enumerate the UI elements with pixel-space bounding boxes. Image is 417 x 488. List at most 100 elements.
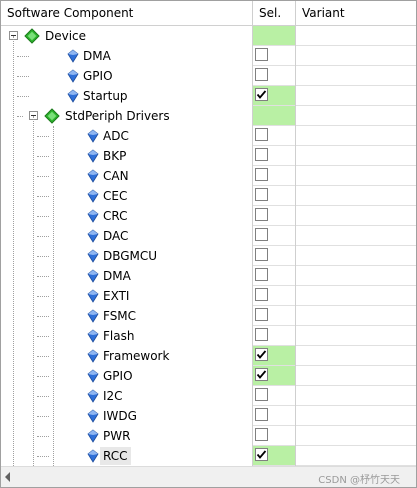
- tree-connector: [37, 256, 49, 257]
- tree-row[interactable]: Startup: [1, 86, 416, 106]
- tree-row[interactable]: BKP: [1, 146, 416, 166]
- tree-row[interactable]: FSMC: [1, 306, 416, 326]
- select-checkbox[interactable]: [255, 428, 268, 441]
- sel-cell[interactable]: [252, 286, 295, 306]
- tree-row[interactable]: RCC: [1, 446, 416, 466]
- select-checkbox[interactable]: [255, 248, 268, 261]
- component-label: DMA: [83, 49, 111, 63]
- tree-row[interactable]: EXTI: [1, 286, 416, 306]
- sel-cell[interactable]: [252, 66, 295, 86]
- tree-row[interactable]: DMA: [1, 266, 416, 286]
- component-label: PWR: [103, 429, 131, 443]
- tree-group-row[interactable]: Device: [1, 26, 416, 46]
- tree-row[interactable]: GPIO: [1, 66, 416, 86]
- sel-cell[interactable]: [252, 266, 295, 286]
- tree-guide-line: [33, 116, 34, 466]
- header-variant[interactable]: Variant: [296, 1, 416, 25]
- component-label: Framework: [103, 349, 170, 363]
- sel-cell[interactable]: [252, 166, 295, 186]
- sel-cell[interactable]: [252, 346, 295, 366]
- component-label: DBGMCU: [103, 249, 158, 263]
- select-checkbox[interactable]: [255, 268, 268, 281]
- tree-row[interactable]: I2C: [1, 386, 416, 406]
- sel-cell[interactable]: [252, 406, 295, 426]
- sel-cell[interactable]: [252, 146, 295, 166]
- column-divider: [295, 26, 296, 466]
- component-label: GPIO: [103, 369, 133, 383]
- select-checkbox[interactable]: [255, 388, 268, 401]
- sel-cell[interactable]: [252, 186, 295, 206]
- select-checkbox[interactable]: [255, 348, 268, 361]
- select-checkbox[interactable]: [255, 308, 268, 321]
- sel-cell[interactable]: [252, 226, 295, 246]
- component-label: I2C: [103, 389, 123, 403]
- sel-cell[interactable]: [252, 26, 295, 46]
- scroll-left-icon[interactable]: [5, 472, 10, 482]
- sel-cell[interactable]: [252, 446, 295, 466]
- sel-cell[interactable]: [252, 426, 295, 446]
- tree-row[interactable]: DAC: [1, 226, 416, 246]
- select-checkbox[interactable]: [255, 208, 268, 221]
- component-gem-icon: [87, 169, 99, 186]
- sel-cell[interactable]: [252, 246, 295, 266]
- watermark: CSDN @杼竹天天: [318, 475, 400, 486]
- tree-connector: [37, 156, 49, 157]
- tree-row[interactable]: CRC: [1, 206, 416, 226]
- header-sel[interactable]: Sel.: [253, 1, 295, 25]
- component-label: Device: [45, 29, 87, 43]
- sel-cell[interactable]: [252, 46, 295, 66]
- header-software-component[interactable]: Software Component: [1, 1, 252, 25]
- tree-row[interactable]: DBGMCU: [1, 246, 416, 266]
- select-checkbox[interactable]: [255, 448, 268, 461]
- select-checkbox[interactable]: [255, 228, 268, 241]
- tree-row[interactable]: DMA: [1, 46, 416, 66]
- component-label: Flash: [103, 329, 135, 343]
- sel-cell[interactable]: [252, 126, 295, 146]
- select-checkbox[interactable]: [255, 168, 268, 181]
- tree-connector: [37, 216, 49, 217]
- tree-group-row[interactable]: StdPeriph Drivers: [1, 106, 416, 126]
- tree-guide-line: [53, 126, 54, 466]
- tree-row[interactable]: GPIO: [1, 366, 416, 386]
- select-checkbox[interactable]: [255, 328, 268, 341]
- sel-cell[interactable]: [252, 86, 295, 106]
- component-gem-icon: [87, 129, 99, 146]
- tree-row[interactable]: IWDG: [1, 406, 416, 426]
- component-label: DAC: [103, 229, 129, 243]
- tree-row[interactable]: Framework: [1, 346, 416, 366]
- component-label: ADC: [103, 129, 129, 143]
- component-label: IWDG: [103, 409, 137, 423]
- sel-cell[interactable]: [252, 206, 295, 226]
- component-gem-icon: [87, 249, 99, 266]
- sel-cell[interactable]: [252, 326, 295, 346]
- select-checkbox[interactable]: [255, 148, 268, 161]
- tree-connector: [37, 356, 49, 357]
- select-checkbox[interactable]: [255, 288, 268, 301]
- component-label: CAN: [103, 169, 129, 183]
- select-checkbox[interactable]: [255, 68, 268, 81]
- column-header: Software Component Sel. Variant: [1, 1, 416, 26]
- select-checkbox[interactable]: [255, 408, 268, 421]
- select-checkbox[interactable]: [255, 368, 268, 381]
- component-tree-panel: Software Component Sel. Variant Device DM…: [0, 0, 417, 488]
- tree-row[interactable]: Flash: [1, 326, 416, 346]
- sel-cell[interactable]: [252, 306, 295, 326]
- tree-connector: [37, 336, 49, 337]
- tree-row[interactable]: ADC: [1, 126, 416, 146]
- select-checkbox[interactable]: [255, 188, 268, 201]
- component-label: StdPeriph Drivers: [65, 109, 170, 123]
- tree-row[interactable]: PWR: [1, 426, 416, 446]
- select-checkbox[interactable]: [255, 48, 268, 61]
- component-group-icon: [24, 28, 40, 47]
- sel-cell[interactable]: [252, 366, 295, 386]
- sel-cell[interactable]: [252, 106, 295, 126]
- component-gem-icon: [87, 449, 99, 466]
- component-label: CEC: [103, 189, 128, 203]
- tree-connector: [37, 236, 49, 237]
- select-checkbox[interactable]: [255, 88, 268, 101]
- tree-row[interactable]: CAN: [1, 166, 416, 186]
- tree-row[interactable]: CEC: [1, 186, 416, 206]
- sel-cell[interactable]: [252, 386, 295, 406]
- select-checkbox[interactable]: [255, 128, 268, 141]
- component-gem-icon: [87, 389, 99, 406]
